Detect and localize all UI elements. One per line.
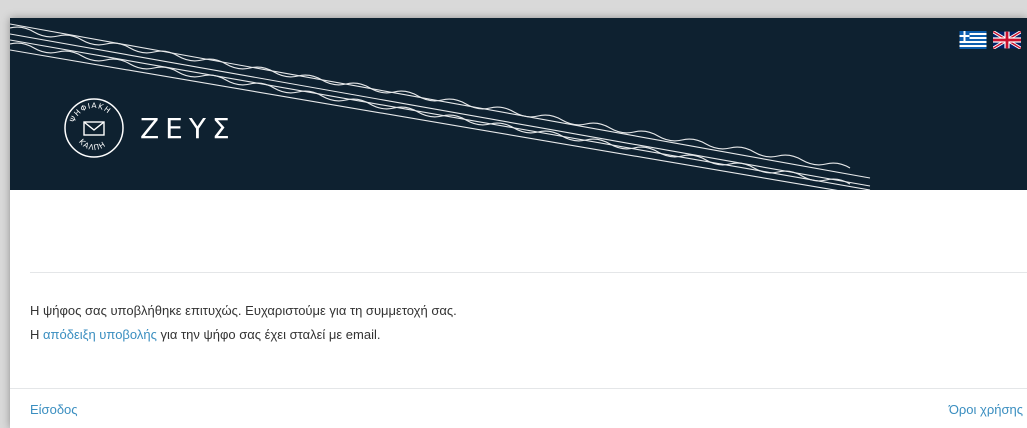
receipt-message: Η απόδειξη υποβολής για την ψήφο σας έχε… — [30, 327, 380, 342]
language-switcher — [959, 31, 1021, 49]
footer-divider — [10, 388, 1027, 389]
seal-top-text: ΨΗΦΙΑΚΗ — [68, 101, 112, 124]
browser-page: ΨΗΦΙΑΚΗ ΚΑΛΠΗ ΖΕΥΣ Η ψήφος σας υποβλήθηκ… — [10, 18, 1027, 428]
uk-flag-icon[interactable] — [993, 31, 1021, 49]
svg-text:ΚΑΛΠΗ: ΚΑΛΠΗ — [77, 137, 107, 152]
envelope-icon — [83, 121, 105, 136]
site-header: ΨΗΦΙΑΚΗ ΚΑΛΠΗ ΖΕΥΣ — [10, 18, 1027, 190]
receipt-suffix: για την ψήφο σας έχει σταλεί με email. — [156, 327, 381, 342]
greek-flag-icon[interactable] — [959, 31, 987, 49]
digital-ballot-seal-logo: ΨΗΦΙΑΚΗ ΚΑΛΠΗ — [64, 98, 124, 158]
terms-of-use-link[interactable]: Όροι χρήσης — [949, 402, 1023, 417]
vote-success-message: Η ψήφος σας υποβλήθηκε επιτυχώς. Ευχαρισ… — [30, 303, 457, 318]
content-divider — [30, 272, 1027, 273]
site-logo-name[interactable]: ΖΕΥΣ — [140, 112, 236, 145]
receipt-prefix: Η — [30, 327, 43, 342]
login-link[interactable]: Είσοδος — [30, 402, 78, 417]
header-wave-decoration — [10, 23, 871, 190]
svg-text:ΨΗΦΙΑΚΗ: ΨΗΦΙΑΚΗ — [68, 101, 113, 124]
seal-bottom-text: ΚΑΛΠΗ — [77, 137, 106, 152]
submission-receipt-link[interactable]: απόδειξη υποβολής — [43, 327, 157, 342]
